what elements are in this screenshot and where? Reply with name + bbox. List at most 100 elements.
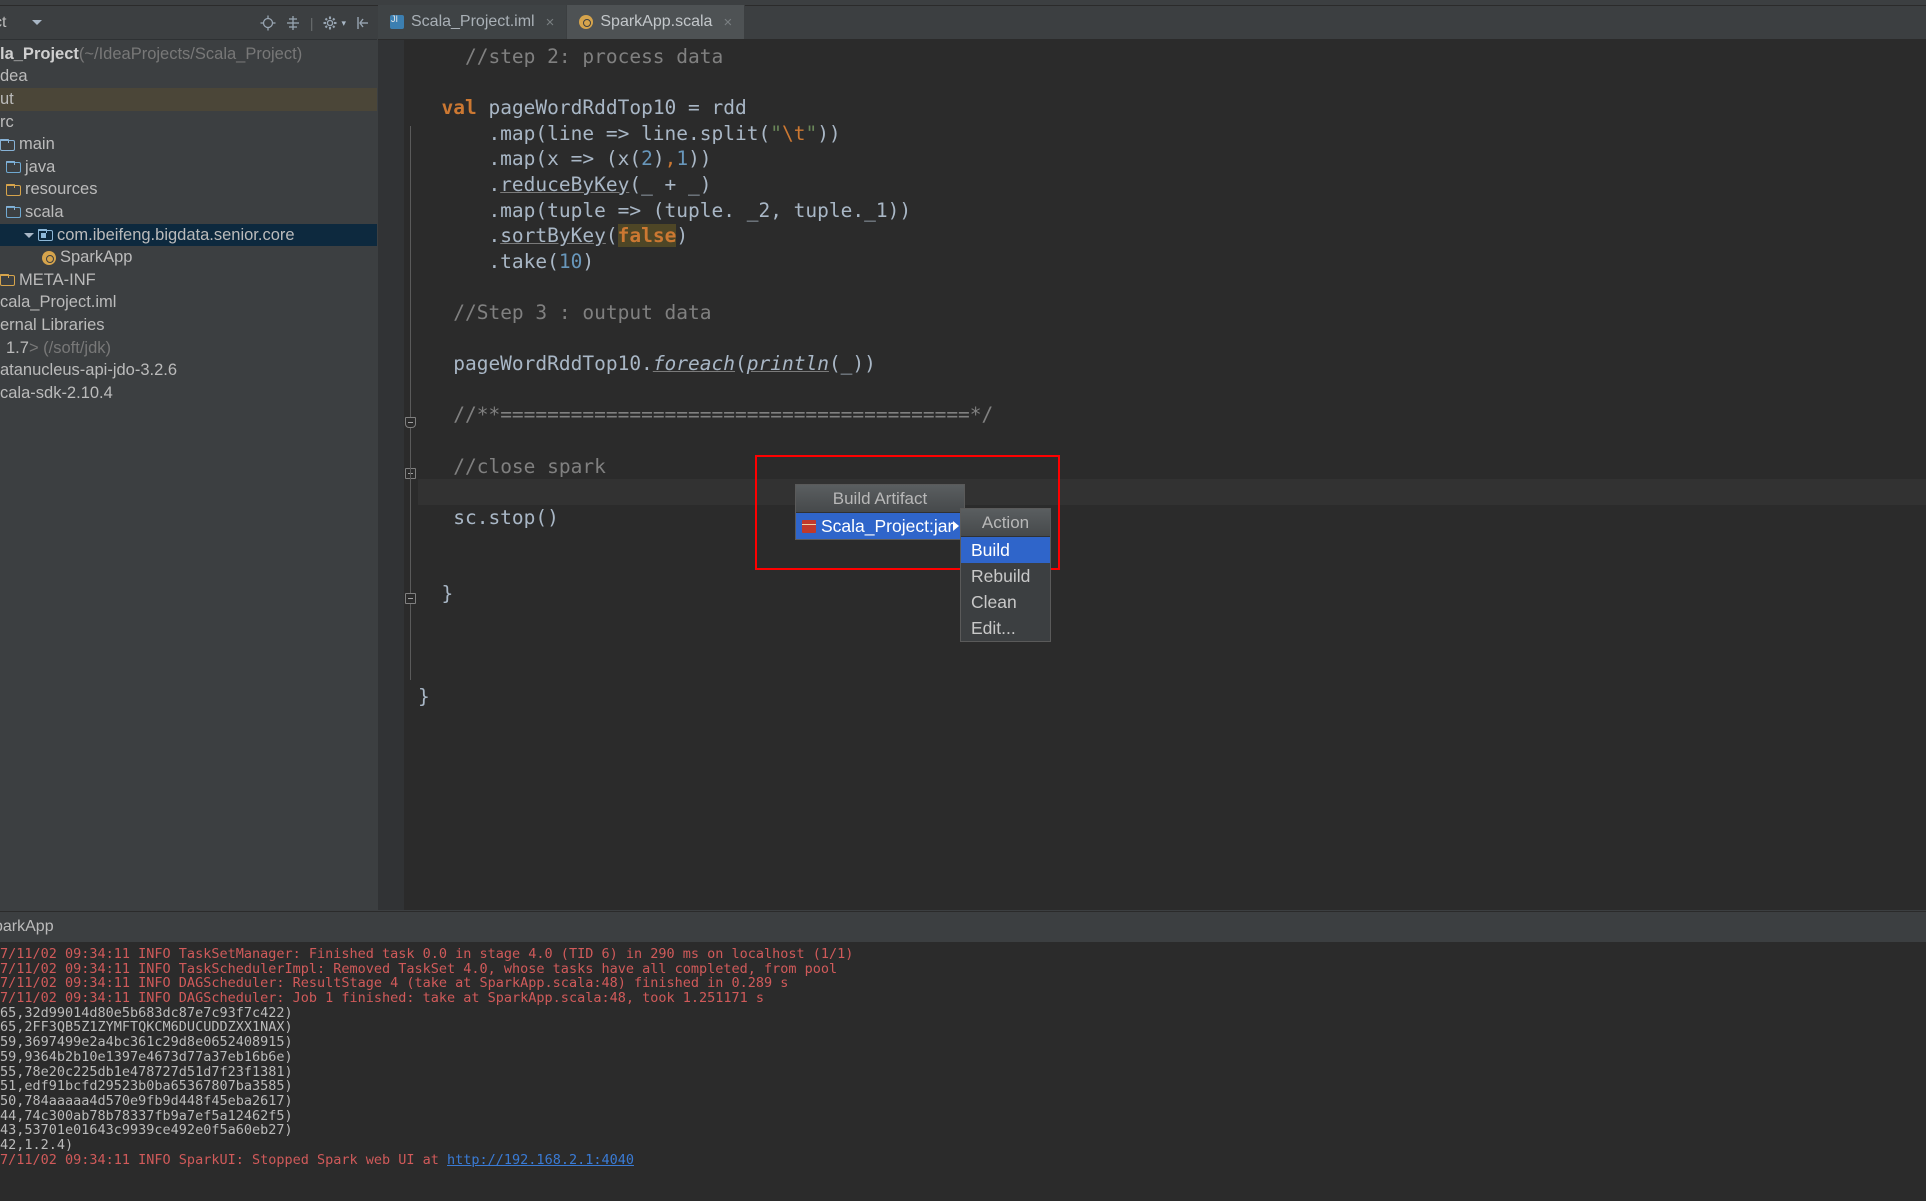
action-submenu-title: Action [961,509,1050,537]
tree-node-label: rc [0,113,14,132]
ide-window: ct | ▾ la_Project (~/IdeaProjects/Scal [0,0,1926,1201]
editor-area: Scala_Project.iml × SparkApp.scala × //step… [378,6,1926,910]
editor-fold-gutter[interactable] [404,40,418,910]
code-line [418,633,1926,659]
project-tree[interactable]: la_Project (~/IdeaProjects/Scala_Project… [0,41,377,910]
menu-item-scala-project-jar[interactable]: Scala_Project:jar [796,513,964,539]
tree-node[interactable]: 1.7 > (/soft/jdk) [0,337,377,360]
scala-class-icon [42,251,56,265]
tree-node[interactable]: dea [0,66,377,89]
project-pane-toolbar: | ▾ [260,6,371,40]
menu-item-rebuild[interactable]: Rebuild [961,563,1050,589]
console-title: parkApp [0,918,54,936]
console-line: 44,74c300ab78b78337fb9a7ef5a12462f5) [0,1109,1926,1124]
resources-folder-icon [6,184,21,196]
toolbar-divider: | [310,15,314,31]
close-icon[interactable]: × [546,14,555,31]
editor-tab-label: SparkApp.scala [600,13,712,31]
console-line: 7/11/02 09:34:11 INFO DAGScheduler: Resu… [0,976,1926,991]
console-header: parkApp [0,911,1926,943]
tree-node-label: META-INF [19,271,96,290]
tree-node-label: ut [0,90,14,109]
code-line: val pageWordRddTop10 = rdd [418,95,1926,121]
settings-gear-icon[interactable] [322,15,338,31]
menu-item-build[interactable]: Build [961,537,1050,563]
code-line [418,556,1926,582]
tree-node[interactable]: ut [0,88,377,111]
editor-tab-label: Scala_Project.iml [411,13,535,31]
run-console-panel: parkApp 7/11/02 09:34:11 INFO TaskSetMan… [0,911,1926,1201]
hide-icon[interactable] [355,15,371,31]
tree-node[interactable]: com.ibeifeng.bigdata.senior.core [0,224,377,247]
chevron-down-icon[interactable] [24,233,34,238]
tree-node[interactable]: resources [0,179,377,202]
console-line: 55,78e20c225db1e478727d51d7f23f1381) [0,1065,1926,1080]
tree-node[interactable]: SparkApp [0,246,377,269]
tree-node-label: atanucleus-api-jdo-3.2.6 [0,361,177,380]
tree-node[interactable]: META-INF [0,269,377,292]
code-line: .reduceByKey(_ + _) [418,172,1926,198]
project-pane-header: ct | ▾ [0,6,377,40]
editor-tabbar[interactable]: Scala_Project.iml × SparkApp.scala × [378,6,1926,40]
jar-icon [802,520,816,533]
scala-file-icon [579,15,593,29]
code-line: .map(tuple => (tuple. _2, tuple._1)) [418,198,1926,224]
tree-node-label: com.ibeifeng.bigdata.senior.core [57,226,295,245]
tree-node[interactable]: cala_Project.iml [0,292,377,315]
code-line [418,479,1926,505]
editor-tab[interactable]: Scala_Project.iml × [378,5,567,39]
tree-node[interactable]: atanucleus-api-jdo-3.2.6 [0,359,377,382]
tree-node-path: > (/soft/jdk) [29,339,111,358]
artifact-action-submenu[interactable]: Action Build Rebuild Clean Edit... [960,508,1051,642]
gear-dropdown-arrow[interactable]: ▾ [341,18,346,29]
menu-item-clean[interactable]: Clean [961,589,1050,615]
tree-node[interactable]: cala-sdk-2.10.4 [0,382,377,405]
build-artifact-menu[interactable]: Build Artifact Scala_Project:jar [795,484,965,540]
code-line: .map(x => (x(2),1)) [418,146,1926,172]
console-line: 65,32d99014d80e5b683dc87e7c93f7c422) [0,1006,1926,1021]
tree-node-label: scala [25,203,64,222]
editor-body[interactable]: //step 2: process data val pageWordRddTo… [378,40,1926,910]
tree-node-label: la_Project [0,45,79,64]
console-line: 65,2FF3QB5Z1ZYMFTQKCM6DUCUDDZXX1NAX) [0,1020,1926,1035]
fold-marker[interactable] [405,593,416,604]
tree-node[interactable]: java [0,156,377,179]
code-line [418,70,1926,96]
source-folder-icon [6,161,21,173]
collapse-all-icon[interactable] [285,15,301,31]
console-line: 7/11/02 09:34:11 INFO SparkUI: Stopped S… [0,1153,1926,1168]
source-folder-icon [6,206,21,218]
tree-node-label: resources [25,180,97,199]
console-line: 59,9364b2b10e1397e4673d77a37eb16b6e) [0,1050,1926,1065]
code-line [418,377,1926,403]
code-line: .take(10) [418,249,1926,275]
fold-region-line [410,428,411,680]
folder-icon [0,139,15,151]
tree-node[interactable]: ernal Libraries [0,314,377,337]
code-line: //Step 3 : output data [418,300,1926,326]
code-line: } [418,581,1926,607]
locate-icon[interactable] [260,15,276,31]
code-line [418,530,1926,556]
menu-item-edit[interactable]: Edit... [961,615,1050,641]
tree-node[interactable]: la_Project (~/IdeaProjects/Scala_Project… [0,43,377,66]
console-link[interactable]: http://192.168.2.1:4040 [447,1152,634,1168]
tree-node[interactable]: main [0,133,377,156]
close-icon[interactable]: × [723,14,732,31]
console-line: 51,edf91bcfd29523b0ba65367807ba3585) [0,1079,1926,1094]
code-line: //close spark [418,454,1926,480]
editor-tab[interactable]: SparkApp.scala × [567,5,745,39]
tree-node-label: ernal Libraries [0,316,105,335]
code-content[interactable]: //step 2: process data val pageWordRddTo… [418,40,1926,910]
tree-node[interactable]: scala [0,201,377,224]
code-line: //**====================================… [418,402,1926,428]
code-line: pageWordRddTop10.foreach(println(_)) [418,351,1926,377]
tree-node[interactable]: rc [0,111,377,134]
code-line: } [418,684,1926,710]
chevron-down-icon[interactable] [32,20,42,25]
code-line: sc.stop() [418,505,1926,531]
editor-gutter[interactable] [378,40,404,910]
tree-node-label: cala_Project.iml [0,293,116,312]
fold-marker[interactable] [405,417,416,428]
console-output[interactable]: 7/11/02 09:34:11 INFO TaskSetManager: Fi… [0,944,1926,1201]
